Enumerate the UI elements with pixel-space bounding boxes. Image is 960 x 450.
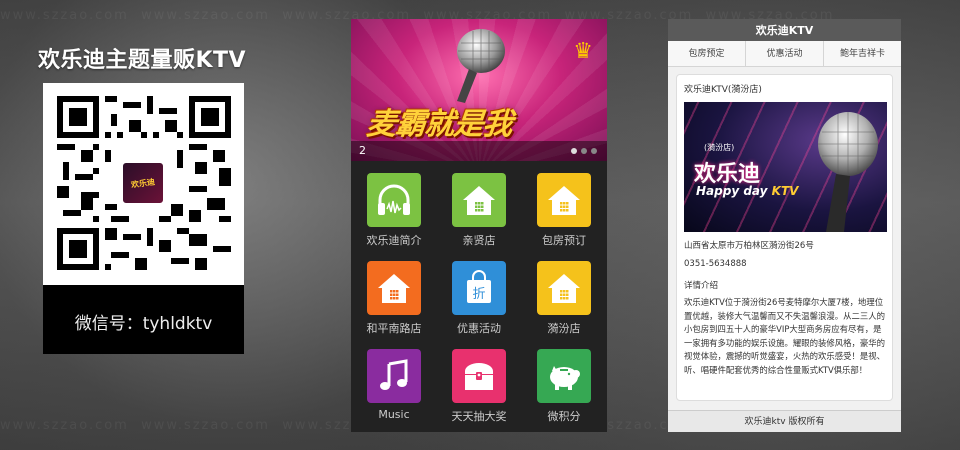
phone-menu-screen: ♛ 麦霸就是我 2 欢乐迪简介 亲贤店 包房预订 和平南路店 折 优惠活动 漪汾… — [351, 19, 607, 432]
store-name: 欢乐迪KTV(漪汾店) — [684, 85, 762, 95]
carousel-dot[interactable] — [581, 148, 587, 154]
store-photo: (漪汾店) 欢乐迪 Happy day KTV — [684, 102, 887, 232]
store-address: 山西省太原市万柏林区漪汾街26号 — [684, 241, 814, 251]
phone-detail-screen: 欢乐迪KTV 包房预定 优惠活动 鲍年吉祥卡 欢乐迪KTV(漪汾店) (漪汾店)… — [668, 19, 901, 432]
home-icon — [367, 261, 421, 315]
tab-bar: 包房预定 优惠活动 鲍年吉祥卡 — [668, 41, 901, 67]
qr-logo-text: 欢乐迪 — [130, 176, 156, 190]
qr-center-logo: 欢乐迪 — [120, 160, 166, 206]
banner-footer: 2 — [351, 141, 607, 161]
tile-qinxian-store[interactable]: 亲贤店 — [436, 161, 522, 249]
photo-slogan-b: KTV — [771, 184, 799, 198]
photo-branch: (漪汾店) — [704, 143, 735, 152]
tile-label: 包房预订 — [542, 234, 586, 247]
photo-slogan-a: Happy day — [696, 184, 772, 198]
carousel-dot[interactable] — [571, 148, 577, 154]
menu-grid: 欢乐迪简介 亲贤店 包房预订 和平南路店 折 优惠活动 漪汾店 Music 天天… — [351, 161, 607, 432]
tile-yifen-store[interactable]: 漪汾店 — [521, 249, 607, 337]
home-icon — [537, 261, 591, 315]
tile-label: 亲贤店 — [462, 234, 496, 247]
headphones-icon — [367, 173, 421, 227]
tile-heping-store[interactable]: 和平南路店 — [351, 249, 437, 337]
qr-card: 欢乐迪 微信号：tyhldktv — [43, 83, 244, 354]
store-description: 欢乐迪KTV位于漪汾街26号麦特摩尔大厦7楼，地理位置优越，装修大气温馨而又不失… — [684, 297, 885, 375]
tab-promotions[interactable]: 优惠活动 — [746, 41, 824, 66]
store-detail-card: 欢乐迪KTV(漪汾店) (漪汾店) 欢乐迪 Happy day KTV 山西省太… — [676, 74, 893, 401]
tile-promotions[interactable]: 折 优惠活动 — [436, 249, 522, 337]
music-note-icon — [367, 349, 421, 403]
tile-room-booking[interactable]: 包房预订 — [521, 161, 607, 249]
tile-label: 天天抽大奖 — [451, 410, 507, 423]
details-label: 详情介绍 — [684, 281, 719, 291]
header-bar: 欢乐迪KTV — [668, 19, 901, 41]
footer-copyright: 欢乐迪ktv 版权所有 — [668, 410, 901, 432]
slide-number: 2 — [359, 144, 366, 157]
discount-bag-icon: 折 — [452, 261, 506, 315]
tile-daily-lottery[interactable]: 天天抽大奖 — [436, 337, 522, 425]
store-phone[interactable]: 0351-5634888 — [684, 259, 747, 269]
home-icon — [537, 173, 591, 227]
tile-label: 微积分 — [547, 410, 581, 423]
tile-intro[interactable]: 欢乐迪简介 — [351, 161, 437, 249]
tab-lucky-card[interactable]: 鲍年吉祥卡 — [824, 41, 901, 66]
tile-label: 和平南路店 — [366, 322, 422, 335]
wechat-id: 微信号：tyhldktv — [74, 314, 213, 334]
tab-room-booking[interactable]: 包房预定 — [668, 41, 746, 66]
svg-text:折: 折 — [472, 287, 485, 302]
treasure-chest-icon — [452, 349, 506, 403]
carousel-dot[interactable] — [591, 148, 597, 154]
tile-music[interactable]: Music — [351, 337, 437, 425]
tile-label: 优惠活动 — [457, 322, 501, 335]
header-title: 欢乐迪KTV — [755, 24, 814, 37]
microphone-icon — [818, 112, 878, 232]
tile-label: 漪汾店 — [547, 322, 581, 335]
photo-slogan: Happy day KTV — [696, 184, 798, 198]
tile-label: 欢乐迪简介 — [366, 234, 422, 247]
microphone-icon — [457, 29, 505, 103]
crown-icon: ♛ — [573, 39, 593, 64]
promo-title: 欢乐迪主题量贩KTV — [38, 48, 247, 73]
banner-slogan: 麦霸就是我 — [364, 107, 514, 142]
tile-label: Music — [378, 408, 410, 421]
piggy-bank-icon — [537, 349, 591, 403]
qr-code[interactable]: 欢乐迪 — [43, 83, 244, 285]
banner-carousel[interactable]: ♛ 麦霸就是我 2 — [351, 19, 607, 161]
tile-points[interactable]: 微积分 — [521, 337, 607, 425]
home-icon — [452, 173, 506, 227]
carousel-dots — [571, 148, 597, 154]
